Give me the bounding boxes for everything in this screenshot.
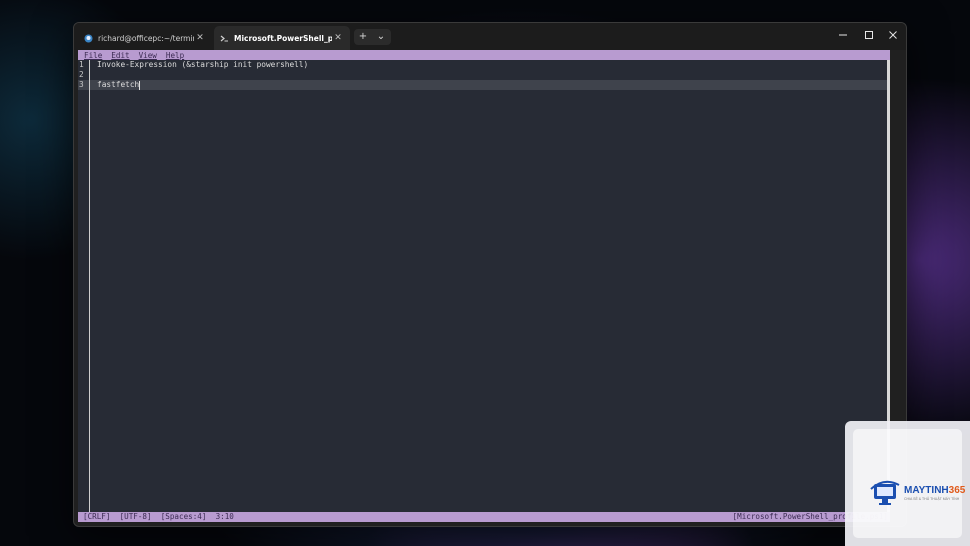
watermark-brand: MAYTINH365: [904, 485, 966, 496]
watermark-panel: MAYTINH365 CHIA SẺ & THỦ THUẬT MÁY TÍNH: [853, 429, 966, 538]
terminal-window: richard@officepc:~/terminal-s ✕ Microsof…: [73, 22, 907, 527]
code-line[interactable]: 1 Invoke-Expression (&starship init powe…: [78, 60, 888, 70]
line-number: 3: [79, 80, 84, 89]
menu-edit[interactable]: Edit: [111, 51, 129, 60]
menu-bar: File Edit View Help: [78, 50, 890, 60]
code-line-current[interactable]: 3 fastfetch: [78, 80, 888, 90]
line-text: fastfetch: [97, 80, 141, 90]
text-cursor: [139, 80, 141, 90]
tab-linux-session[interactable]: richard@officepc:~/terminal-s ✕: [78, 26, 212, 50]
close-icon[interactable]: ✕: [332, 33, 344, 43]
line-text: Invoke-Expression (&starship init powers…: [97, 60, 309, 69]
close-window-button[interactable]: [880, 23, 906, 47]
tab-actions: + ⌄: [354, 29, 391, 45]
watermark-logo: MAYTINH365 CHIA SẺ & THỦ THUẬT MÁY TÍNH: [845, 421, 970, 546]
minimize-button[interactable]: [830, 23, 856, 47]
tab-powershell-profile[interactable]: Microsoft.PowerShell_profile.p ✕: [214, 26, 350, 50]
watermark-tagline: CHIA SẺ & THỦ THUẬT MÁY TÍNH: [904, 497, 960, 501]
new-tab-button[interactable]: +: [354, 29, 372, 45]
status-info: [CRLF] [UTF-8] [Spaces:4] 3:10: [83, 512, 234, 521]
linux-penguin-icon: [84, 34, 93, 43]
status-bar: [CRLF] [UTF-8] [Spaces:4] 3:10 [Microsof…: [78, 512, 890, 522]
tab-label: richard@officepc:~/terminal-s: [98, 33, 194, 43]
menu-file[interactable]: File: [84, 51, 102, 60]
tab-label: Microsoft.PowerShell_profile.p: [234, 33, 332, 43]
menu-help[interactable]: Help: [166, 51, 184, 60]
title-bar[interactable]: richard@officepc:~/terminal-s ✕ Microsof…: [74, 23, 906, 50]
text-editor[interactable]: File Edit View Help 1 Invoke-Expression …: [78, 50, 890, 522]
powershell-icon: [220, 34, 229, 43]
code-line[interactable]: 2: [78, 70, 888, 80]
monitor-globe-icon: [870, 480, 900, 505]
menu-view[interactable]: View: [139, 51, 157, 60]
close-icon[interactable]: ✕: [194, 33, 206, 43]
line-number: 1: [79, 60, 84, 69]
line-number: 2: [79, 70, 84, 79]
maximize-button[interactable]: [856, 23, 882, 47]
gutter-divider: [89, 60, 90, 512]
chevron-down-icon[interactable]: ⌄: [372, 29, 390, 45]
